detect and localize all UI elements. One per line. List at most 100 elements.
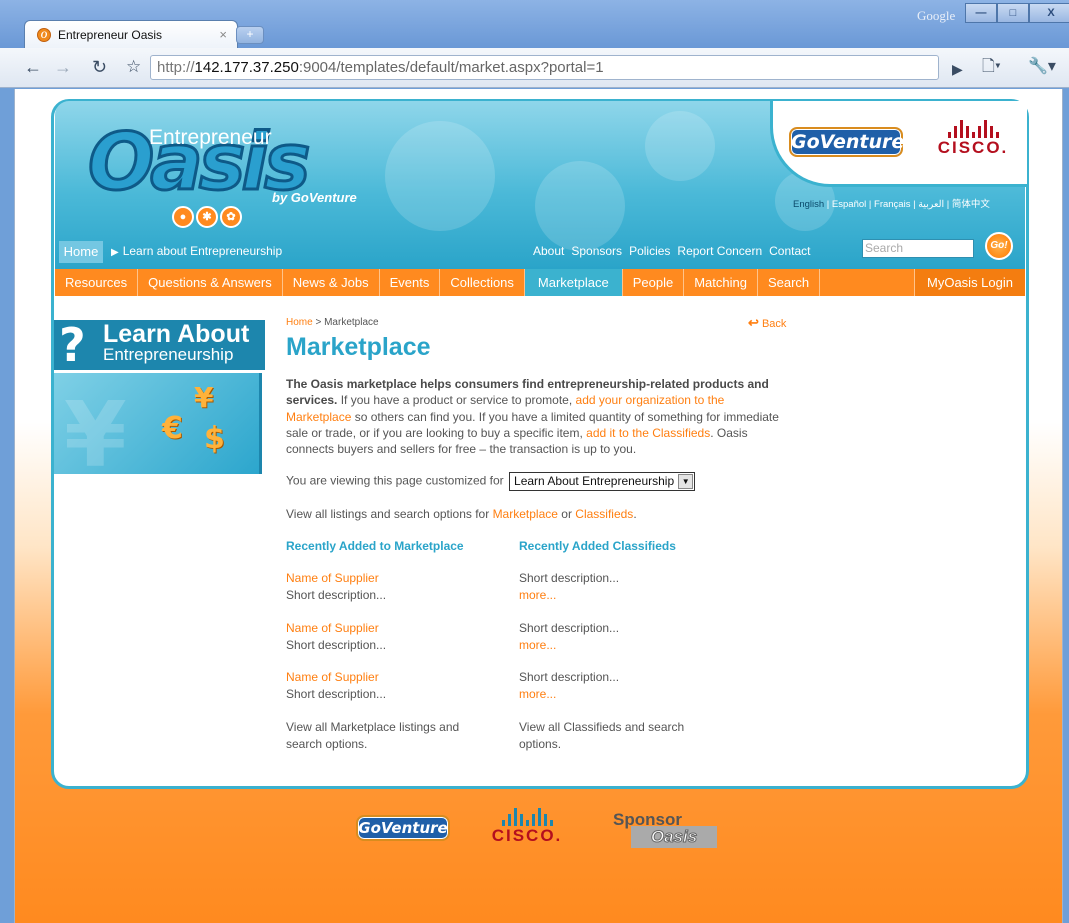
footer-goventure-logo[interactable]: GoVenture — [356, 815, 450, 841]
cisco-text: CISCO. — [937, 138, 1009, 157]
view-all-marketplace-link[interactable]: View all Marketplace listings and search… — [286, 719, 486, 753]
learn-about-banner[interactable]: ? Learn About Entrepreneurship — [54, 320, 265, 370]
goventure-logo[interactable]: GoVenture — [789, 127, 904, 157]
dropdown-arrow-icon: ▼ — [678, 474, 694, 489]
list-item: Short description... more... — [519, 570, 619, 604]
address-bar[interactable]: http://142.177.37.250:9004/templates/def… — [150, 55, 939, 80]
back-link[interactable]: ↩ Back — [748, 315, 786, 331]
nav-events[interactable]: Events — [380, 269, 441, 296]
breadcrumb-current: Marketplace — [324, 317, 379, 328]
url-path: :9004/templates/default/market.aspx?port… — [298, 59, 604, 76]
supplier-name-link[interactable]: Name of Supplier — [286, 620, 386, 637]
sponsor-oasis-logo[interactable]: Sponsor Oasis — [613, 810, 719, 848]
header-decor-icon — [385, 121, 495, 231]
marketplace-link[interactable]: Marketplace — [493, 507, 558, 521]
supplier-description: Short description... — [286, 588, 387, 602]
nav-search[interactable]: Search — [758, 269, 821, 296]
view-all-classifieds-link[interactable]: View all Classifieds and search options. — [519, 719, 719, 753]
nav-collections[interactable]: Collections — [440, 269, 525, 296]
lang-sep: | — [866, 199, 875, 210]
yen-watermark-icon: ¥ — [64, 383, 127, 474]
wrench-icon[interactable]: 🔧▾ — [1028, 57, 1056, 77]
view-all-end: . — [633, 507, 637, 521]
more-link[interactable]: more... — [519, 587, 619, 604]
google-label: Google — [917, 8, 956, 23]
main-nav: Resources Questions & Answers News & Job… — [55, 269, 1025, 296]
person-icon: ● — [172, 206, 194, 228]
new-tab-button[interactable]: + — [236, 26, 264, 44]
oasis-favicon-icon: O — [37, 28, 51, 42]
nav-people[interactable]: People — [623, 269, 685, 296]
play-icon[interactable]: ▶ — [952, 59, 963, 79]
minimize-button[interactable]: — — [965, 3, 997, 23]
cisco-logo[interactable]: CISCO. — [930, 120, 1016, 158]
cisco-bars-icon — [484, 808, 570, 826]
learn-about-link[interactable]: ▶ Learn about Entrepreneurship — [111, 244, 282, 258]
browser-tab[interactable]: O Entrepreneur Oasis × — [24, 20, 238, 48]
breadcrumb: Home > Marketplace — [286, 317, 379, 328]
portal-select[interactable]: Learn About Entrepreneurship ▼ — [509, 472, 696, 491]
breadcrumb-sep: > — [312, 317, 325, 328]
marketplace-heading: Recently Added to Marketplace — [286, 539, 464, 553]
lang-chinese[interactable]: 简体中文 — [952, 199, 990, 210]
lang-sep: | — [824, 199, 832, 210]
lang-arabic[interactable]: العربية — [918, 199, 944, 210]
classified-description: Short description... — [519, 670, 620, 684]
header-decor-icon — [645, 111, 715, 181]
reload-icon[interactable]: ↻ — [92, 57, 107, 77]
nav-news-jobs[interactable]: News & Jobs — [283, 269, 380, 296]
more-link[interactable]: more... — [519, 637, 619, 654]
lang-francais[interactable]: Français — [874, 199, 910, 210]
about-link[interactable]: About — [533, 244, 564, 258]
more-link[interactable]: more... — [519, 686, 619, 703]
page-menu-icon[interactable]: 🗋▾ — [982, 57, 1001, 77]
cisco-bars-icon — [930, 120, 1016, 138]
tab-close-icon[interactable]: × — [219, 27, 227, 42]
browser-toolbar: ← → ↻ ☆ http://142.177.37.250:9004/templ… — [0, 48, 1069, 88]
maximize-button[interactable]: □ — [997, 3, 1029, 23]
supplier-name-link[interactable]: Name of Supplier — [286, 570, 386, 587]
list-item: Short description... more... — [519, 669, 619, 703]
intro-paragraph: The Oasis marketplace helps consumers fi… — [286, 376, 786, 457]
nav-resources[interactable]: Resources — [55, 269, 139, 296]
forward-arrow-icon[interactable]: → — [54, 57, 72, 77]
go-button[interactable]: Go! — [985, 232, 1013, 260]
gear-icon: ✿ — [220, 206, 242, 228]
report-concern-link[interactable]: Report Concern — [677, 244, 762, 258]
close-window-button[interactable]: X — [1029, 3, 1069, 23]
classified-description: Short description... — [519, 621, 620, 635]
language-selector: English | Español | Français | العربية |… — [793, 196, 990, 210]
footer-cisco-logo[interactable]: CISCO. — [484, 808, 570, 846]
portal-select-value: Learn About Entrepreneurship — [514, 474, 675, 488]
classifieds-link[interactable]: Classifieds — [575, 507, 633, 521]
supplier-description: Short description... — [286, 638, 387, 652]
question-mark-icon: ? — [59, 318, 86, 372]
breadcrumb-home[interactable]: Home — [286, 317, 313, 328]
cisco-text: CISCO. — [491, 826, 563, 845]
play-arrow-icon: ▶ — [111, 247, 119, 258]
lang-english[interactable]: English — [793, 199, 824, 210]
nav-questions-answers[interactable]: Questions & Answers — [138, 269, 283, 296]
myoasis-login-button[interactable]: MyOasis Login — [914, 269, 1025, 296]
lang-sep: | — [944, 199, 952, 210]
policies-link[interactable]: Policies — [629, 244, 670, 258]
back-arrow-icon: ↩ — [748, 315, 759, 330]
page-title: Marketplace — [286, 333, 431, 361]
list-item: Short description... more... — [519, 620, 619, 654]
bookmark-star-icon[interactable]: ☆ — [126, 57, 141, 77]
view-all-prefix: View all listings and search options for — [286, 507, 493, 521]
learn-banner-subtitle: Entrepreneurship — [103, 345, 234, 364]
search-input[interactable]: Search — [862, 239, 974, 258]
lang-espanol[interactable]: Español — [832, 199, 866, 210]
contact-link[interactable]: Contact — [769, 244, 810, 258]
back-arrow-icon[interactable]: ← — [24, 57, 42, 77]
supplier-name-link[interactable]: Name of Supplier — [286, 669, 386, 686]
sponsors-link[interactable]: Sponsors — [571, 244, 622, 258]
url-prefix: http:// — [157, 59, 195, 76]
nav-matching[interactable]: Matching — [684, 269, 758, 296]
url-host: 142.177.37.250 — [194, 59, 299, 76]
view-all-or: or — [557, 507, 576, 521]
home-button[interactable]: Home — [59, 241, 103, 263]
add-classifieds-link[interactable]: add it to the Classifieds — [586, 426, 710, 440]
nav-marketplace[interactable]: Marketplace — [524, 269, 623, 296]
